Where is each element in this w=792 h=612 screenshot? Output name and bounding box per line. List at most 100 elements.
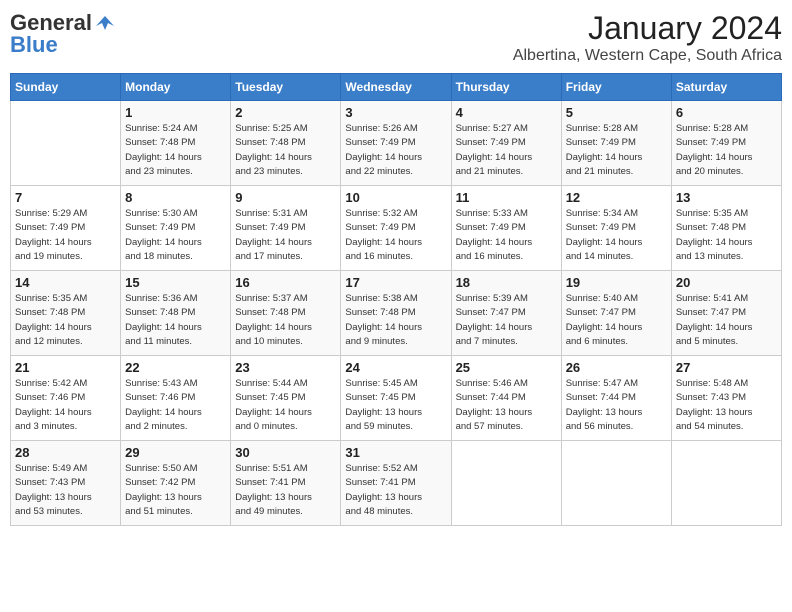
day-info: Sunrise: 5:27 AM Sunset: 7:49 PM Dayligh… bbox=[456, 122, 557, 179]
calendar-cell: 16 Sunrise: 5:37 AM Sunset: 7:48 PM Dayli… bbox=[231, 271, 341, 356]
calendar-cell bbox=[671, 441, 781, 526]
month-title: January 2024 bbox=[513, 10, 782, 47]
day-number: 13 bbox=[676, 190, 777, 205]
calendar-cell: 11Sunrise: 5:33 AM Sunset: 7:49 PM Dayli… bbox=[451, 186, 561, 271]
day-number: 18 bbox=[456, 275, 557, 290]
day-info: Sunrise: 5:31 AM Sunset: 7:49 PM Dayligh… bbox=[235, 207, 336, 264]
day-number: 24 bbox=[345, 360, 446, 375]
day-info: Sunrise: 5:42 AM Sunset: 7:46 PM Dayligh… bbox=[15, 377, 116, 434]
day-info: Sunrise: 5:36 AM Sunset: 7:48 PM Dayligh… bbox=[125, 292, 226, 349]
calendar-week-row: 21 Sunrise: 5:42 AM Sunset: 7:46 PM Dayli… bbox=[11, 356, 782, 441]
day-info: Sunrise: 5:37 AM Sunset: 7:48 PM Dayligh… bbox=[235, 292, 336, 349]
day-header: Friday bbox=[561, 74, 671, 101]
day-info: Sunrise: 5:51 AM Sunset: 7:41 PM Dayligh… bbox=[235, 462, 336, 519]
day-number: 14 bbox=[15, 275, 116, 290]
calendar-cell: 1 Sunrise: 5:24 AM Sunset: 7:48 PM Daylig… bbox=[121, 101, 231, 186]
day-info: Sunrise: 5:24 AM Sunset: 7:48 PM Dayligh… bbox=[125, 122, 226, 179]
day-number: 11 bbox=[456, 190, 557, 205]
calendar-cell: 30Sunrise: 5:51 AM Sunset: 7:41 PM Dayli… bbox=[231, 441, 341, 526]
day-info: Sunrise: 5:28 AM Sunset: 7:49 PM Dayligh… bbox=[566, 122, 667, 179]
day-number: 27 bbox=[676, 360, 777, 375]
day-header: Saturday bbox=[671, 74, 781, 101]
day-info: Sunrise: 5:40 AM Sunset: 7:47 PM Dayligh… bbox=[566, 292, 667, 349]
day-header: Tuesday bbox=[231, 74, 341, 101]
calendar-week-row: 7 Sunrise: 5:29 AM Sunset: 7:49 PM Daylig… bbox=[11, 186, 782, 271]
calendar-cell: 24 Sunrise: 5:45 AM Sunset: 7:45 PM Dayli… bbox=[341, 356, 451, 441]
day-number: 3 bbox=[345, 105, 446, 120]
day-number: 17 bbox=[345, 275, 446, 290]
calendar-cell: 20Sunrise: 5:41 AM Sunset: 7:47 PM Dayli… bbox=[671, 271, 781, 356]
day-info: Sunrise: 5:26 AM Sunset: 7:49 PM Dayligh… bbox=[345, 122, 446, 179]
day-number: 6 bbox=[676, 105, 777, 120]
calendar-cell bbox=[561, 441, 671, 526]
day-info: Sunrise: 5:29 AM Sunset: 7:49 PM Dayligh… bbox=[15, 207, 116, 264]
day-info: Sunrise: 5:32 AM Sunset: 7:49 PM Dayligh… bbox=[345, 207, 446, 264]
day-number: 8 bbox=[125, 190, 226, 205]
day-number: 25 bbox=[456, 360, 557, 375]
calendar-cell: 2Sunrise: 5:25 AM Sunset: 7:48 PM Daylig… bbox=[231, 101, 341, 186]
day-number: 15 bbox=[125, 275, 226, 290]
day-info: Sunrise: 5:43 AM Sunset: 7:46 PM Dayligh… bbox=[125, 377, 226, 434]
day-number: 7 bbox=[15, 190, 116, 205]
day-number: 9 bbox=[235, 190, 336, 205]
calendar-table: SundayMondayTuesdayWednesdayThursdayFrid… bbox=[10, 73, 782, 526]
day-header: Monday bbox=[121, 74, 231, 101]
day-number: 23 bbox=[235, 360, 336, 375]
day-info: Sunrise: 5:44 AM Sunset: 7:45 PM Dayligh… bbox=[235, 377, 336, 434]
calendar-cell bbox=[451, 441, 561, 526]
calendar-cell: 22 Sunrise: 5:43 AM Sunset: 7:46 PM Dayli… bbox=[121, 356, 231, 441]
calendar-cell: 21 Sunrise: 5:42 AM Sunset: 7:46 PM Dayli… bbox=[11, 356, 121, 441]
calendar-cell bbox=[11, 101, 121, 186]
calendar-cell: 25 Sunrise: 5:46 AM Sunset: 7:44 PM Dayli… bbox=[451, 356, 561, 441]
day-number: 20 bbox=[676, 275, 777, 290]
calendar-cell: 5 Sunrise: 5:28 AM Sunset: 7:49 PM Daylig… bbox=[561, 101, 671, 186]
day-header: Thursday bbox=[451, 74, 561, 101]
calendar-cell: 6 Sunrise: 5:28 AM Sunset: 7:49 PM Daylig… bbox=[671, 101, 781, 186]
calendar-cell: 3 Sunrise: 5:26 AM Sunset: 7:49 PM Daylig… bbox=[341, 101, 451, 186]
calendar-cell: 26 Sunrise: 5:47 AM Sunset: 7:44 PM Dayli… bbox=[561, 356, 671, 441]
day-number: 1 bbox=[125, 105, 226, 120]
day-info: Sunrise: 5:34 AM Sunset: 7:49 PM Dayligh… bbox=[566, 207, 667, 264]
calendar-cell: 18 Sunrise: 5:39 AM Sunset: 7:47 PM Dayli… bbox=[451, 271, 561, 356]
calendar-cell: 4 Sunrise: 5:27 AM Sunset: 7:49 PM Daylig… bbox=[451, 101, 561, 186]
day-number: 5 bbox=[566, 105, 667, 120]
calendar-cell: 27 Sunrise: 5:48 AM Sunset: 7:43 PM Dayli… bbox=[671, 356, 781, 441]
logo-blue: Blue bbox=[10, 32, 58, 58]
title-block: January 2024 Albertina, Western Cape, So… bbox=[513, 10, 782, 65]
page-header: General Blue January 2024 Albertina, Wes… bbox=[10, 10, 782, 65]
day-number: 16 bbox=[235, 275, 336, 290]
calendar-cell: 28Sunrise: 5:49 AM Sunset: 7:43 PM Dayli… bbox=[11, 441, 121, 526]
day-info: Sunrise: 5:30 AM Sunset: 7:49 PM Dayligh… bbox=[125, 207, 226, 264]
calendar-cell: 14Sunrise: 5:35 AM Sunset: 7:48 PM Dayli… bbox=[11, 271, 121, 356]
calendar-cell: 13Sunrise: 5:35 AM Sunset: 7:48 PM Dayli… bbox=[671, 186, 781, 271]
day-header: Sunday bbox=[11, 74, 121, 101]
day-header: Wednesday bbox=[341, 74, 451, 101]
day-number: 4 bbox=[456, 105, 557, 120]
logo: General Blue bbox=[10, 10, 116, 58]
calendar-week-row: 14Sunrise: 5:35 AM Sunset: 7:48 PM Dayli… bbox=[11, 271, 782, 356]
day-number: 29 bbox=[125, 445, 226, 460]
calendar-cell: 19 Sunrise: 5:40 AM Sunset: 7:47 PM Dayli… bbox=[561, 271, 671, 356]
calendar-week-row: 1 Sunrise: 5:24 AM Sunset: 7:48 PM Daylig… bbox=[11, 101, 782, 186]
day-number: 26 bbox=[566, 360, 667, 375]
day-number: 22 bbox=[125, 360, 226, 375]
day-number: 12 bbox=[566, 190, 667, 205]
day-info: Sunrise: 5:46 AM Sunset: 7:44 PM Dayligh… bbox=[456, 377, 557, 434]
calendar-cell: 17Sunrise: 5:38 AM Sunset: 7:48 PM Dayli… bbox=[341, 271, 451, 356]
calendar-header-row: SundayMondayTuesdayWednesdayThursdayFrid… bbox=[11, 74, 782, 101]
day-number: 19 bbox=[566, 275, 667, 290]
day-number: 31 bbox=[345, 445, 446, 460]
day-info: Sunrise: 5:47 AM Sunset: 7:44 PM Dayligh… bbox=[566, 377, 667, 434]
day-info: Sunrise: 5:50 AM Sunset: 7:42 PM Dayligh… bbox=[125, 462, 226, 519]
calendar-cell: 7 Sunrise: 5:29 AM Sunset: 7:49 PM Daylig… bbox=[11, 186, 121, 271]
day-info: Sunrise: 5:49 AM Sunset: 7:43 PM Dayligh… bbox=[15, 462, 116, 519]
location: Albertina, Western Cape, South Africa bbox=[513, 47, 782, 65]
day-info: Sunrise: 5:48 AM Sunset: 7:43 PM Dayligh… bbox=[676, 377, 777, 434]
day-info: Sunrise: 5:45 AM Sunset: 7:45 PM Dayligh… bbox=[345, 377, 446, 434]
calendar-cell: 15 Sunrise: 5:36 AM Sunset: 7:48 PM Dayli… bbox=[121, 271, 231, 356]
day-number: 21 bbox=[15, 360, 116, 375]
day-info: Sunrise: 5:25 AM Sunset: 7:48 PM Dayligh… bbox=[235, 122, 336, 179]
day-info: Sunrise: 5:39 AM Sunset: 7:47 PM Dayligh… bbox=[456, 292, 557, 349]
calendar-cell: 10Sunrise: 5:32 AM Sunset: 7:49 PM Dayli… bbox=[341, 186, 451, 271]
day-info: Sunrise: 5:28 AM Sunset: 7:49 PM Dayligh… bbox=[676, 122, 777, 179]
